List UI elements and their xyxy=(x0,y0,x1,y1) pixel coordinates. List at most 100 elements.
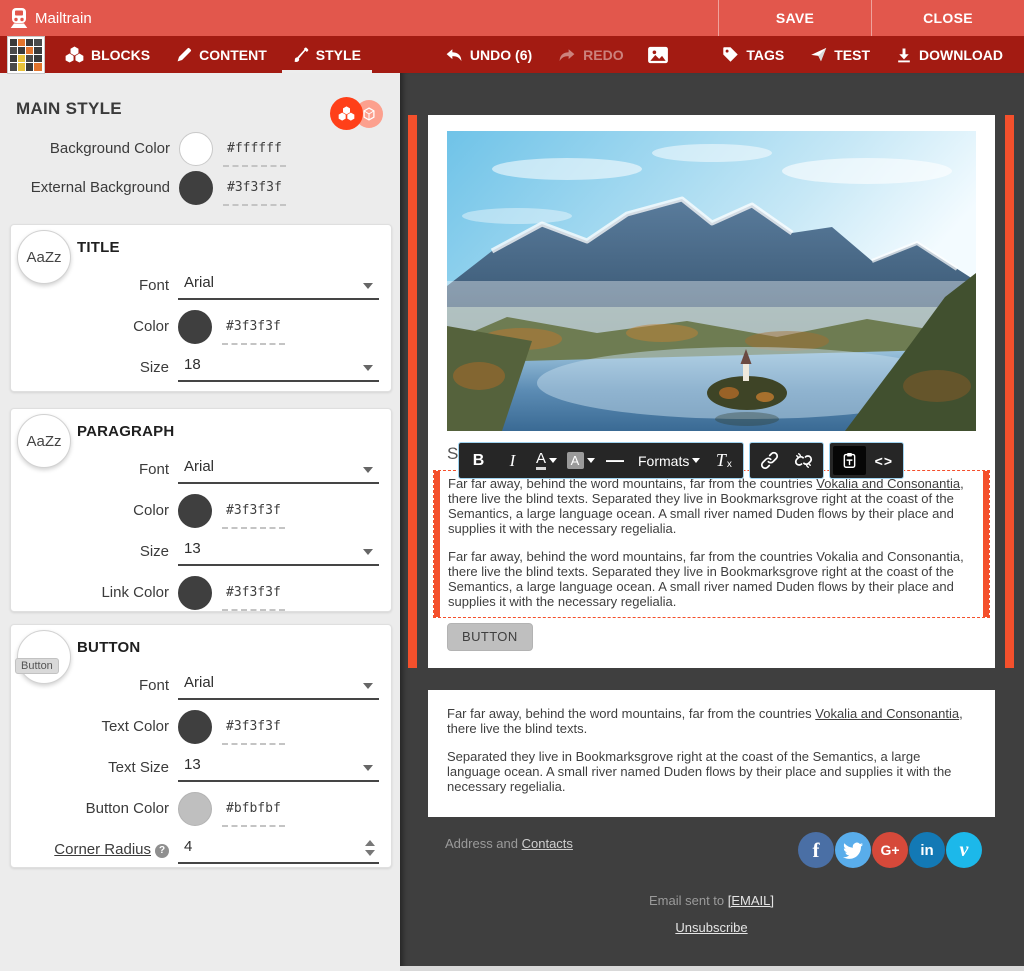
undo-icon xyxy=(445,47,463,63)
title-size-select[interactable]: 18 xyxy=(178,354,379,382)
paragraph-link-color-swatch[interactable] xyxy=(178,576,212,610)
tab-content[interactable]: CONTENT xyxy=(163,36,280,73)
tab-blocks-label: BLOCKS xyxy=(91,47,150,63)
chevron-down-icon xyxy=(549,458,557,463)
twitter-icon[interactable] xyxy=(835,832,871,868)
facebook-icon[interactable]: f xyxy=(798,832,834,868)
contacts-link[interactable]: Contacts xyxy=(522,836,573,851)
selected-text-block[interactable]: Far far away, behind the word mountains,… xyxy=(433,470,990,618)
paragraph-font-select[interactable]: Arial xyxy=(178,456,379,484)
block-selection-bar-right xyxy=(1005,115,1014,668)
chevron-down-icon xyxy=(363,683,373,689)
title-color-value[interactable]: #3f3f3f xyxy=(222,319,285,345)
tags-button[interactable]: TAGS xyxy=(709,36,797,73)
email-tag-link[interactable]: [EMAIL] xyxy=(728,893,774,908)
button-text-color-swatch[interactable] xyxy=(178,710,212,744)
main-style-rows: Background Color #ffffff External Backgr… xyxy=(0,129,310,207)
title-color-swatch[interactable] xyxy=(178,310,212,344)
brand: Mailtrain xyxy=(0,7,92,29)
vimeo-icon[interactable]: v xyxy=(946,832,982,868)
button-font-select[interactable]: Arial xyxy=(178,672,379,700)
button-text-color-row: Text Color #3f3f3f xyxy=(11,706,391,747)
formats-dropdown[interactable]: Formats xyxy=(632,446,706,475)
footer-address: Address and Contacts xyxy=(445,836,573,851)
corner-radius-row: Corner Radius? 4 xyxy=(11,829,391,870)
paragraph-2[interactable]: Separated they live in Bookmarksgrove ri… xyxy=(447,749,976,794)
horizontal-rule-button[interactable]: — xyxy=(598,446,631,475)
google-plus-icon[interactable]: G+ xyxy=(872,832,908,868)
corner-radius-stepper[interactable]: 4 xyxy=(178,836,379,864)
insert-link-button[interactable] xyxy=(753,446,786,475)
link-group xyxy=(749,442,824,479)
chevron-down-icon xyxy=(363,365,373,371)
step-up-icon[interactable] xyxy=(365,840,375,846)
paragraph-2[interactable]: Far far away, behind the word mountains,… xyxy=(448,549,969,609)
email-text-block[interactable]: Far far away, behind the word mountains,… xyxy=(428,690,995,817)
background-color-button[interactable]: A xyxy=(564,446,597,475)
tab-style[interactable]: STYLE xyxy=(280,36,374,73)
tab-style-label: STYLE xyxy=(316,47,361,63)
step-down-icon[interactable] xyxy=(365,850,375,856)
button-color-value[interactable]: #bfbfbf xyxy=(222,801,285,827)
button-color-label: Button Color xyxy=(11,800,178,817)
blocks-mode-toggle[interactable] xyxy=(330,97,363,130)
download-button[interactable]: DOWNLOAD xyxy=(883,36,1016,73)
title-size-label: Size xyxy=(11,359,178,376)
linkedin-icon[interactable]: in xyxy=(909,832,945,868)
paragraph-color-value[interactable]: #3f3f3f xyxy=(222,503,285,529)
title-font-select[interactable]: Arial xyxy=(178,272,379,300)
save-button[interactable]: SAVE xyxy=(718,0,871,36)
email-button[interactable]: BUTTON xyxy=(447,623,533,651)
stepper-arrows[interactable] xyxy=(365,840,375,856)
redo-label: REDO xyxy=(583,47,623,63)
tab-blocks[interactable]: BLOCKS xyxy=(52,36,163,73)
title-color-label: Color xyxy=(11,318,178,335)
paragraph-1[interactable]: Far far away, behind the word mountains,… xyxy=(448,476,969,536)
tab-content-label: CONTENT xyxy=(199,47,267,63)
bold-button[interactable]: B xyxy=(462,446,495,475)
close-button[interactable]: CLOSE xyxy=(871,0,1024,36)
background-color-swatch[interactable] xyxy=(179,132,213,166)
external-background-swatch[interactable] xyxy=(179,171,213,205)
paragraph-size-row: Size 13 xyxy=(11,531,391,572)
hero-image[interactable] xyxy=(447,131,976,431)
background-color-value[interactable]: #ffffff xyxy=(223,141,286,167)
paragraph-1[interactable]: Far far away, behind the word mountains,… xyxy=(447,706,976,736)
test-label: TEST xyxy=(834,47,870,63)
source-code-button[interactable]: <> xyxy=(867,446,900,475)
title-preview-icon: AaZz xyxy=(17,230,71,284)
button-text-color-label: Text Color xyxy=(11,718,178,735)
tags-label: TAGS xyxy=(746,47,784,63)
italic-button[interactable]: I xyxy=(496,446,529,475)
corner-radius-label[interactable]: Corner Radius xyxy=(54,841,151,858)
external-background-value[interactable]: #3f3f3f xyxy=(223,180,286,206)
text-link[interactable]: Vokalia and Consonantia xyxy=(815,706,959,721)
redo-button[interactable]: REDO xyxy=(545,36,636,73)
paste-as-text-button[interactable] xyxy=(833,446,866,475)
button-text-size-select[interactable]: 13 xyxy=(178,754,379,782)
unsubscribe-link[interactable]: Unsubscribe xyxy=(675,920,747,935)
title-style-card: AaZz TITLE Font Arial Color #3f3f3f xyxy=(10,224,392,392)
undo-button[interactable]: UNDO (6) xyxy=(432,36,545,73)
remove-link-button[interactable] xyxy=(787,446,820,475)
paragraph-size-select[interactable]: 13 xyxy=(178,538,379,566)
help-icon[interactable]: ? xyxy=(155,844,169,858)
section-title-text[interactable]: S xyxy=(447,444,458,464)
bottom-scrollbar-track[interactable] xyxy=(400,966,1024,971)
text-color-button[interactable]: A xyxy=(530,446,563,475)
chevron-down-icon xyxy=(692,458,700,463)
undo-label: UNDO (6) xyxy=(470,47,532,63)
paragraph-link-color-label: Link Color xyxy=(11,584,178,601)
button-color-swatch[interactable] xyxy=(178,792,212,826)
clear-formatting-button[interactable]: Tx xyxy=(707,446,740,475)
paragraph-color-swatch[interactable] xyxy=(178,494,212,528)
paragraph-link-color-value[interactable]: #3f3f3f xyxy=(222,585,285,611)
chevron-down-icon xyxy=(363,549,373,555)
email-main-block[interactable]: S B I A A — Formats Tx xyxy=(428,115,995,668)
test-button[interactable]: TEST xyxy=(797,36,883,73)
template-thumbnail[interactable] xyxy=(8,37,44,73)
button-text-color-value[interactable]: #3f3f3f xyxy=(222,719,285,745)
gallery-image-button[interactable] xyxy=(637,36,679,73)
title-font-row: Font Arial xyxy=(11,265,391,306)
paragraph-font-row: Font Arial xyxy=(11,449,391,490)
